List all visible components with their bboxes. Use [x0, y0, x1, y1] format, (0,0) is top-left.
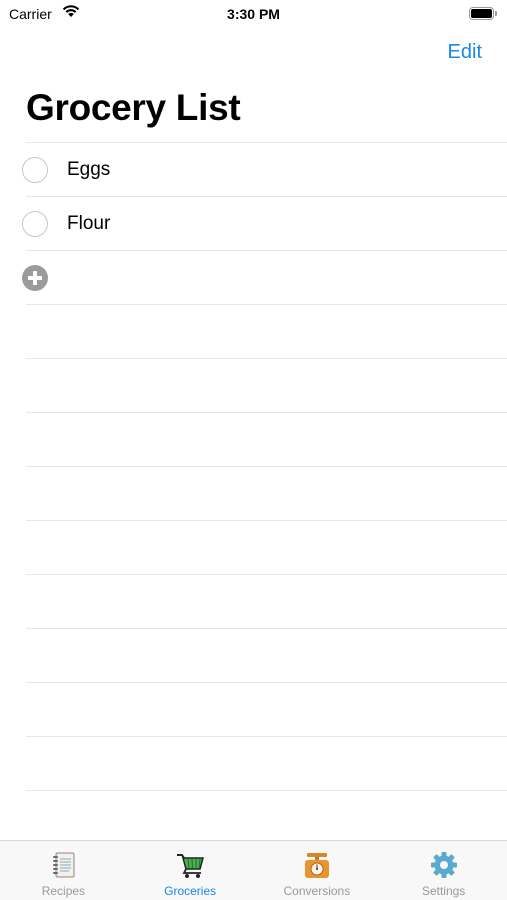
page-title: Grocery List — [26, 87, 241, 128]
gear-icon — [430, 852, 457, 878]
recipes-notebook-icon — [53, 852, 75, 878]
list-item[interactable]: Flour — [22, 196, 507, 250]
tab-conversions[interactable]: Conversions — [254, 841, 381, 900]
tab-settings[interactable]: Settings — [380, 841, 507, 900]
edit-button[interactable]: Edit — [448, 41, 482, 64]
empty-row — [26, 790, 507, 844]
empty-row — [26, 520, 507, 574]
list-item[interactable]: Eggs — [22, 142, 507, 196]
kitchen-scale-icon — [304, 853, 329, 878]
tab-label: Groceries — [164, 884, 217, 898]
checkbox-circle-icon[interactable] — [22, 157, 48, 183]
tab-label: Recipes — [41, 884, 86, 898]
tab-groceries[interactable]: Groceries — [127, 841, 254, 900]
grocery-list: Eggs Flour — [0, 142, 507, 898]
add-circle-icon[interactable] — [22, 265, 48, 291]
tab-label: Conversions — [283, 884, 351, 898]
item-label: Eggs — [67, 159, 111, 180]
empty-row — [26, 466, 507, 520]
tab-recipes[interactable]: Recipes — [0, 841, 127, 900]
empty-row — [26, 358, 507, 412]
empty-row — [26, 304, 507, 358]
status-bar: Carrier 3:30 PM — [0, 0, 507, 28]
shopping-cart-icon — [177, 854, 205, 878]
tab-bar: Recipes Groceries Conversions Settings — [0, 840, 507, 900]
battery-icon — [469, 7, 497, 20]
checkbox-circle-icon[interactable] — [22, 211, 48, 237]
empty-row — [26, 736, 507, 790]
empty-row — [26, 682, 507, 736]
status-time: 3:30 PM — [227, 6, 280, 22]
empty-row — [26, 574, 507, 628]
add-item-row[interactable] — [22, 250, 507, 304]
tab-label: Settings — [421, 884, 466, 898]
empty-row — [26, 412, 507, 466]
empty-row — [26, 628, 507, 682]
item-label: Flour — [67, 213, 111, 234]
